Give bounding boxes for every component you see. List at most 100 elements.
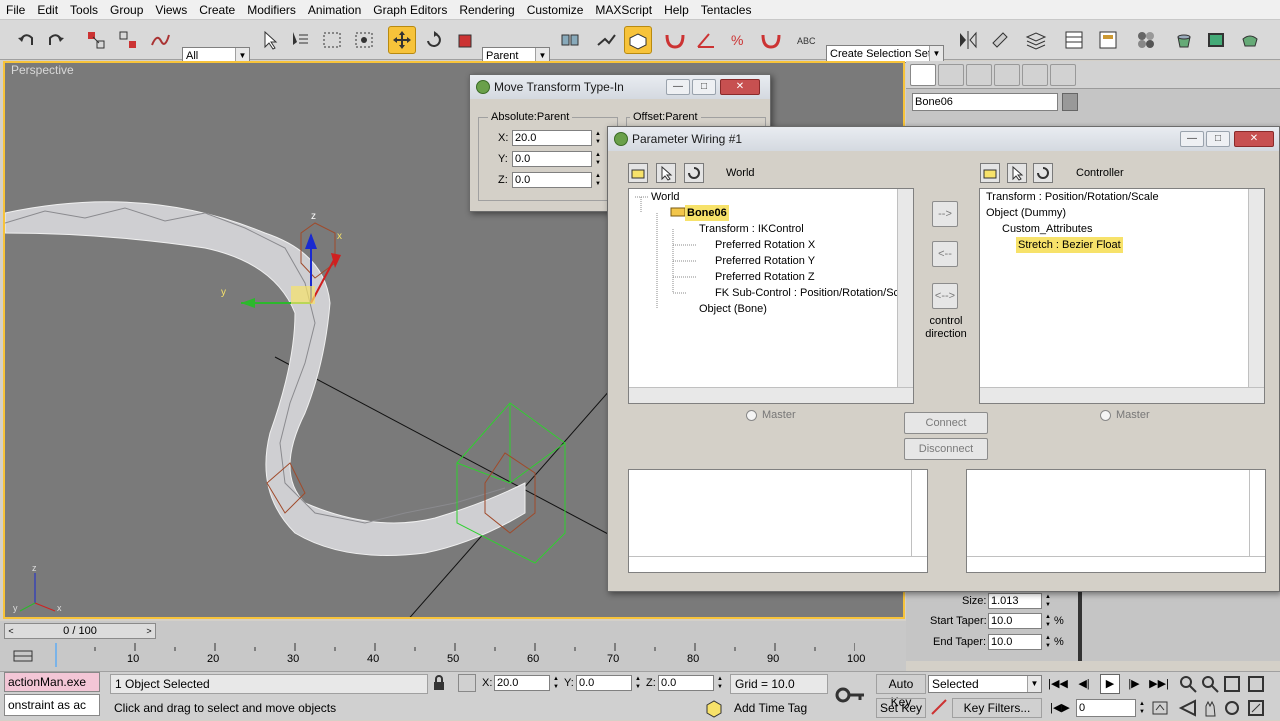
status-x-spinner[interactable]: ▲ ▼ (552, 675, 560, 691)
maxscript-listener-line1[interactable]: actionMan.exe (4, 672, 100, 692)
status-z-field[interactable]: 0.0 (658, 675, 714, 691)
utilities-tab-icon[interactable] (1050, 64, 1076, 86)
select-and-scale-icon[interactable] (452, 26, 480, 54)
align-icon[interactable] (986, 26, 1014, 54)
viewport-label[interactable]: Perspective (11, 63, 74, 77)
menu-item-rendering[interactable]: Rendering (453, 0, 520, 20)
menu-item-help[interactable]: Help (658, 0, 695, 20)
start-taper-spinner[interactable]: ▲ ▼ (1044, 613, 1052, 629)
move-x-spinner[interactable]: ▲ ▼ (594, 130, 602, 146)
right-expression-vscroll[interactable] (1249, 470, 1265, 556)
tree-node-world[interactable]: World (651, 189, 680, 205)
tree-node-pref-rot-x[interactable]: Preferred Rotation X (715, 237, 815, 253)
end-taper-spinner[interactable]: ▲ ▼ (1044, 634, 1052, 650)
field-of-view-icon[interactable] (1178, 698, 1198, 718)
pivot-center-icon[interactable] (556, 26, 584, 54)
material-editor-icon[interactable] (1132, 26, 1160, 54)
bind-to-space-warp-icon[interactable] (146, 26, 174, 54)
key-selection-dropdown[interactable]: Selected ▼ (928, 675, 1042, 693)
zoom-icon[interactable] (1178, 674, 1198, 694)
status-y-field[interactable]: 0.0 (576, 675, 632, 691)
menu-item-tools[interactable]: Tools (64, 0, 104, 20)
left-expression-vscroll[interactable] (911, 470, 927, 556)
key-filters-button[interactable]: Key Filters... (952, 698, 1042, 718)
tree-node-bone06[interactable]: Bone06 (685, 205, 729, 221)
select-and-manipulate-icon[interactable] (592, 26, 620, 54)
undo-icon[interactable] (12, 26, 40, 54)
right-master-radio[interactable] (1100, 410, 1111, 421)
curve-editor-icon[interactable] (1060, 26, 1088, 54)
right-parameter-tree[interactable]: Transform : Position/Rotation/Scale Obje… (979, 188, 1265, 404)
menu-item-create[interactable]: Create (193, 0, 241, 20)
menu-item-animation[interactable]: Animation (302, 0, 367, 20)
rectangular-selection-icon[interactable] (318, 26, 346, 54)
zoom-extents-all-icon[interactable] (1246, 674, 1266, 694)
auto-key-button[interactable]: Auto Key (876, 674, 926, 709)
left-find-next-icon[interactable] (628, 163, 648, 183)
play-icon[interactable]: ▶ (1100, 674, 1120, 694)
maximize-button[interactable]: □ (692, 79, 716, 95)
object-name-field[interactable]: Bone06 (912, 93, 1058, 111)
right-tree-vscroll[interactable] (1248, 189, 1264, 387)
modify-tab-icon[interactable] (938, 64, 964, 86)
left-tree-vscroll[interactable] (897, 189, 913, 387)
display-tab-icon[interactable] (1022, 64, 1048, 86)
start-taper-field[interactable]: 10.0 (988, 613, 1042, 629)
hierarchy-tab-icon[interactable] (966, 64, 992, 86)
unlink-selection-icon[interactable] (114, 26, 142, 54)
right-find-next-icon[interactable] (980, 163, 1000, 183)
maximize-button[interactable]: □ (1206, 131, 1230, 147)
left-pick-object-icon[interactable] (656, 163, 676, 183)
menu-item-modifiers[interactable]: Modifiers (241, 0, 302, 20)
set-key-mode-icon[interactable] (834, 684, 866, 706)
menu-item-edit[interactable]: Edit (31, 0, 64, 20)
minimize-button[interactable]: — (666, 79, 690, 95)
menu-item-graph-editors[interactable]: Graph Editors (367, 0, 453, 20)
wire-left-button[interactable]: <-- (932, 241, 958, 267)
menu-item-tentacles[interactable]: Tentacles (695, 0, 758, 20)
layer-manager-icon[interactable] (1022, 26, 1050, 54)
tree-node-transform-prs[interactable]: Transform : Position/Rotation/Scale (986, 189, 1159, 205)
tree-node-pref-rot-z[interactable]: Preferred Rotation Z (715, 269, 815, 285)
key-mode-toggle-icon[interactable]: |◀▶ (1050, 698, 1070, 718)
orbit-icon[interactable] (1222, 698, 1242, 718)
pan-view-icon[interactable] (1200, 698, 1220, 718)
status-z-spinner[interactable]: ▲ ▼ (716, 675, 724, 691)
maxscript-listener-line2[interactable]: onstraint as ac (4, 694, 100, 716)
select-object-icon[interactable] (256, 26, 284, 54)
select-and-link-icon[interactable] (82, 26, 110, 54)
move-y-spinner[interactable]: ▲ ▼ (594, 151, 602, 167)
move-x-field[interactable]: 20.0 (512, 130, 592, 146)
wire-right-button[interactable]: --> (932, 201, 958, 227)
status-y-spinner[interactable]: ▲ ▼ (634, 675, 642, 691)
tree-node-custom-attributes[interactable]: Custom_Attributes (1002, 221, 1092, 237)
render-production-icon[interactable] (1236, 26, 1264, 54)
angle-snap-icon[interactable] (692, 26, 720, 54)
percent-snap-icon[interactable]: % (724, 26, 752, 54)
size-field[interactable]: 1.013 (988, 593, 1042, 609)
tree-node-stretch[interactable]: Stretch : Bezier Float (1016, 237, 1123, 253)
select-by-name-icon[interactable] (286, 26, 314, 54)
zoom-all-icon[interactable] (1200, 674, 1220, 694)
size-spinner[interactable]: ▲ ▼ (1044, 593, 1052, 609)
create-tab-icon[interactable] (910, 64, 936, 86)
current-frame-field[interactable]: 0 (1076, 699, 1136, 717)
right-expression-hscroll[interactable] (967, 556, 1265, 572)
left-parameter-tree[interactable]: World Bone06 Transform : IKControl Prefe… (628, 188, 914, 404)
motion-tab-icon[interactable] (994, 64, 1020, 86)
left-refresh-icon[interactable] (684, 163, 704, 183)
rendered-frame-window-icon[interactable] (1202, 26, 1230, 54)
menu-item-maxscript[interactable]: MAXScript (589, 0, 658, 20)
window-crossing-icon[interactable] (350, 26, 378, 54)
left-master-radio[interactable] (746, 410, 757, 421)
previous-frame-icon[interactable]: ◀| (1074, 674, 1094, 694)
tree-node-object-dummy[interactable]: Object (Dummy) (986, 205, 1066, 221)
tree-node-object-bone[interactable]: Object (Bone) (699, 301, 767, 317)
right-expression-box[interactable] (966, 469, 1266, 573)
move-z-field[interactable]: 0.0 (512, 172, 592, 188)
render-setup-icon[interactable] (1170, 26, 1198, 54)
move-z-spinner[interactable]: ▲ ▼ (594, 172, 602, 188)
selection-lock-icon[interactable] (432, 675, 446, 691)
close-button[interactable]: ✕ (720, 79, 760, 95)
minimize-button[interactable]: — (1180, 131, 1204, 147)
